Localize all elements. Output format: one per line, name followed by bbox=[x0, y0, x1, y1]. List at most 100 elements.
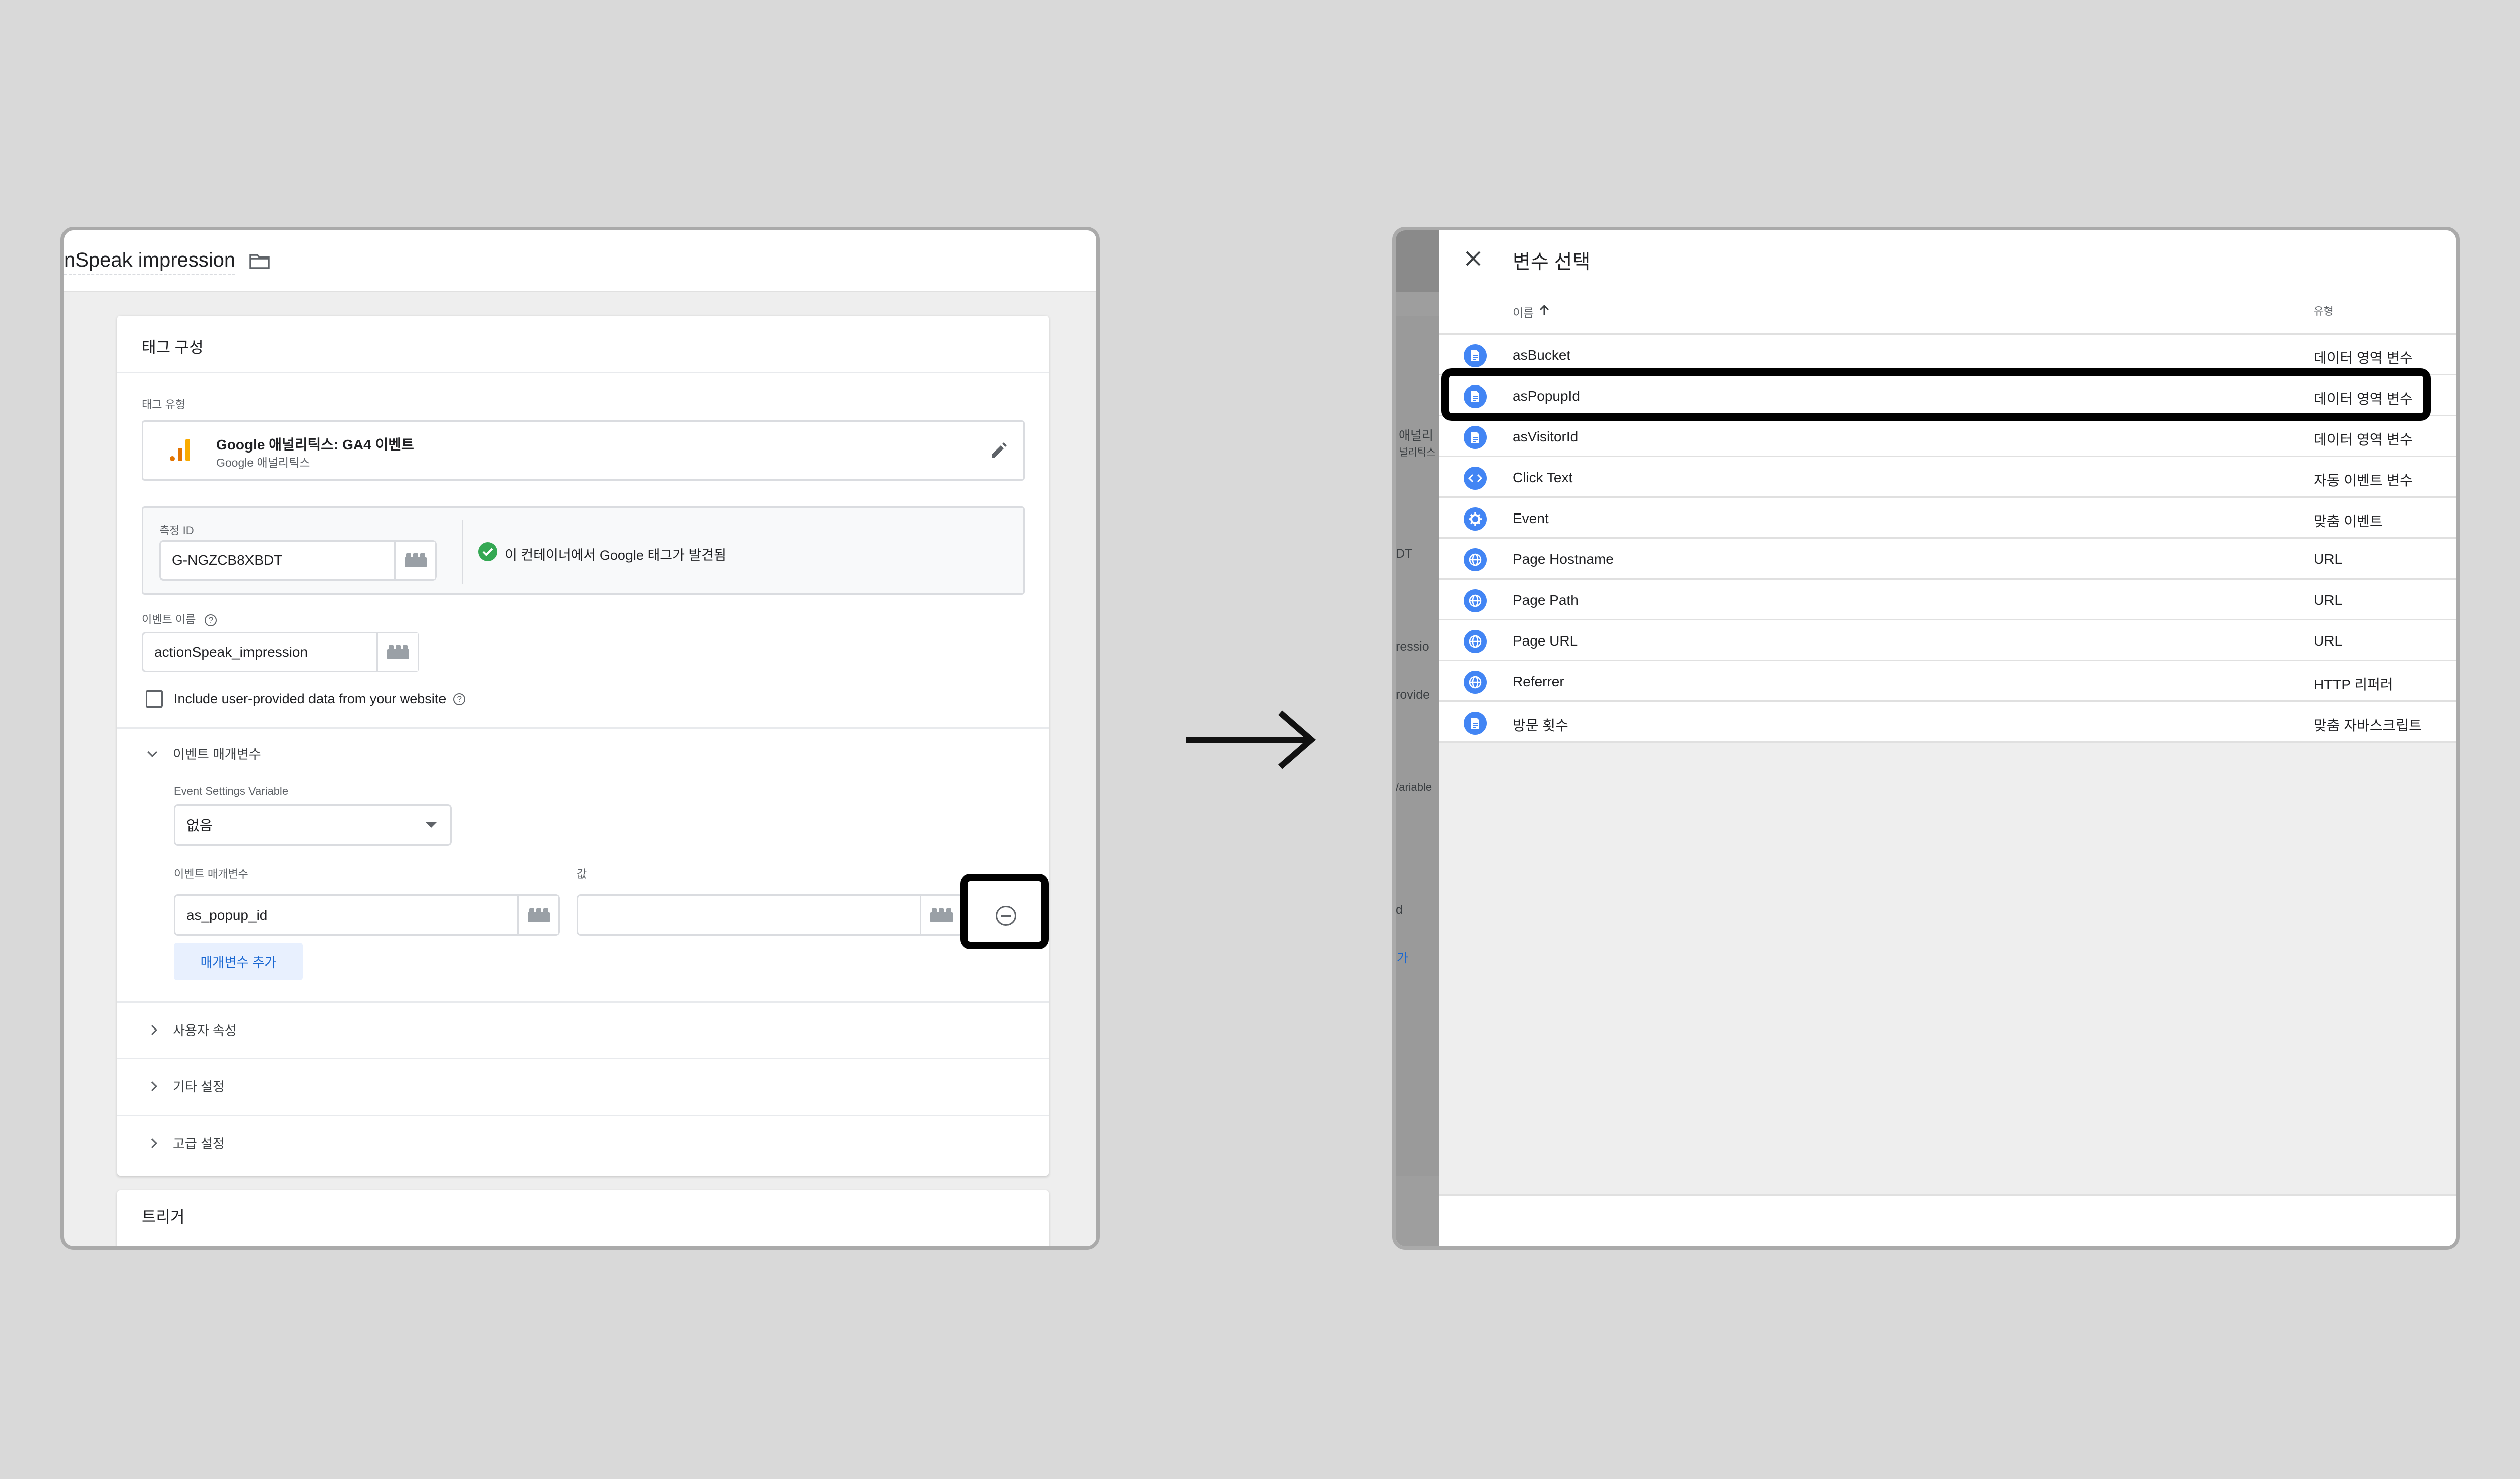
brick-icon bbox=[404, 553, 427, 567]
peek-text: /ariable bbox=[1396, 781, 1432, 793]
arrow-right-icon bbox=[1182, 704, 1318, 775]
check-circle-icon bbox=[478, 542, 498, 562]
edit-pencil-icon[interactable] bbox=[989, 440, 1009, 461]
help-icon[interactable]: ? bbox=[205, 614, 217, 627]
event-param-name-input[interactable]: as_popup_id bbox=[174, 894, 560, 936]
variable-name: Page Hostname bbox=[1513, 551, 1614, 567]
include-user-data-row: Include user-provided data from your web… bbox=[174, 691, 466, 707]
underlying-editor-peek: 애널리 널리틱스 DT ressio rovide /ariable d 가 bbox=[1396, 230, 1439, 1246]
chevron-down-icon bbox=[147, 747, 157, 757]
document-icon bbox=[1464, 712, 1487, 735]
user-props-section-title: 사용자 속성 bbox=[173, 1023, 237, 1038]
variable-row[interactable]: asVisitorId 데이터 영역 변수 bbox=[1439, 416, 2456, 457]
analytics-icon bbox=[167, 437, 193, 463]
dialog-header: 변수 선택 이름 유형 bbox=[1439, 230, 2456, 333]
event-params-section-toggle[interactable]: 이벤트 매개변수 bbox=[147, 744, 261, 763]
variable-picker-button[interactable] bbox=[394, 542, 435, 579]
tag-title[interactable]: nSpeak impression bbox=[64, 249, 236, 275]
section-divider bbox=[117, 1001, 1049, 1003]
include-user-data-label: Include user-provided data from your web… bbox=[174, 691, 447, 706]
variable-type: 자동 이벤트 변수 bbox=[2314, 473, 2413, 488]
measurement-id-value: G-NGZCB8XBDT bbox=[172, 552, 283, 568]
variable-name: Page Path bbox=[1513, 592, 1579, 608]
tag-type-label: 태그 유형 bbox=[142, 398, 186, 411]
measurement-id-block: 측정 ID G-NGZCB8XBDT 이 컨테이너에서 Google 태그가 발… bbox=[142, 506, 1025, 595]
tag-type-name: Google 애널리틱스: GA4 이벤트 bbox=[216, 437, 414, 453]
dialog-footer bbox=[1439, 1194, 2456, 1246]
event-param-name-value: as_popup_id bbox=[186, 907, 268, 923]
variable-name: Page URL bbox=[1513, 633, 1578, 649]
variable-row[interactable]: Page URL URL bbox=[1439, 620, 2456, 661]
chevron-right-icon bbox=[147, 1138, 157, 1148]
column-header-name[interactable]: 이름 bbox=[1513, 303, 1550, 320]
peek-text: DT bbox=[1396, 547, 1413, 561]
include-user-data-checkbox[interactable] bbox=[146, 690, 163, 708]
google-tag-found-text: 이 컨테이너에서 Google 태그가 발견됨 bbox=[505, 548, 726, 563]
variable-name: Referrer bbox=[1513, 674, 1564, 689]
card-title-divider bbox=[117, 372, 1049, 373]
variable-row[interactable]: 방문 횟수 맞춤 자바스크립트 bbox=[1439, 702, 2456, 743]
other-settings-section-toggle[interactable]: 기타 설정 bbox=[147, 1077, 225, 1096]
tag-type-sub: Google 애널리틱스 bbox=[216, 456, 310, 469]
globe-icon bbox=[1464, 630, 1487, 653]
advanced-settings-section-toggle[interactable]: 고급 설정 bbox=[147, 1134, 225, 1152]
globe-icon bbox=[1464, 548, 1487, 571]
event-name-input[interactable]: actionSpeak_impression bbox=[142, 632, 419, 672]
tag-type-selector[interactable]: Google 애널리틱스: GA4 이벤트 Google 애널리틱스 bbox=[142, 420, 1025, 481]
variable-picker-button[interactable] bbox=[376, 633, 418, 671]
document-icon bbox=[1464, 344, 1487, 367]
event-name-label-text: 이벤트 이름 bbox=[142, 613, 196, 626]
add-param-button[interactable]: 매개변수 추가 bbox=[174, 943, 303, 980]
other-settings-section-title: 기타 설정 bbox=[173, 1079, 225, 1095]
chevron-right-icon bbox=[147, 1024, 157, 1035]
column-header-name-text: 이름 bbox=[1513, 306, 1534, 319]
sort-arrow-up-icon bbox=[1539, 304, 1550, 319]
variable-picker-dialog: 변수 선택 이름 유형 asBucket 데이터 영역 변수 asPopupId… bbox=[1439, 230, 2456, 1246]
brick-icon bbox=[387, 645, 409, 659]
event-name-label: 이벤트 이름 ? bbox=[142, 611, 217, 627]
variable-name: Click Text bbox=[1513, 470, 1573, 485]
close-icon[interactable] bbox=[1464, 249, 1483, 268]
value-variable-picker-button[interactable] bbox=[920, 896, 961, 934]
measurement-id-input[interactable]: G-NGZCB8XBDT bbox=[159, 540, 437, 581]
tag-config-card: 태그 구성 태그 유형 Google 애널리틱스: GA4 이벤트 Google… bbox=[117, 316, 1049, 1176]
variable-name: asVisitorId bbox=[1513, 429, 1579, 444]
help-icon[interactable]: ? bbox=[453, 693, 466, 705]
variable-row[interactable]: Event 맞춤 이벤트 bbox=[1439, 498, 2456, 539]
highlight-box-aspopupid bbox=[1441, 368, 2431, 421]
section-divider bbox=[117, 727, 1049, 729]
column-header-type: 유형 bbox=[2314, 306, 2334, 317]
folder-icon[interactable] bbox=[249, 252, 270, 270]
event-settings-variable-value: 없음 bbox=[186, 818, 213, 833]
chevron-right-icon bbox=[147, 1081, 157, 1091]
variable-row[interactable]: Referrer HTTP 리퍼러 bbox=[1439, 661, 2456, 702]
tag-editor-window: nSpeak impression 태그 구성 태그 유형 Google 애널리… bbox=[60, 227, 1100, 1250]
peek-text: 애널리 bbox=[1399, 429, 1434, 443]
trigger-card: 트리거 bbox=[117, 1190, 1049, 1246]
variable-row[interactable]: Click Text 자동 이벤트 변수 bbox=[1439, 457, 2456, 498]
trigger-title: 트리거 bbox=[142, 1208, 185, 1226]
variable-type: URL bbox=[2314, 633, 2343, 649]
variable-row[interactable]: Page Path URL bbox=[1439, 580, 2456, 620]
brick-icon bbox=[527, 908, 550, 922]
peek-text: ressio bbox=[1396, 639, 1429, 654]
value-column-label: 값 bbox=[577, 868, 587, 880]
dropdown-arrow-icon bbox=[426, 822, 437, 828]
variable-type: 맞춤 이벤트 bbox=[2314, 513, 2383, 529]
globe-icon bbox=[1464, 671, 1487, 694]
remove-param-icon[interactable] bbox=[996, 906, 1016, 926]
event-param-column-label: 이벤트 매개변수 bbox=[174, 868, 248, 880]
variable-row[interactable]: Page Hostname URL bbox=[1439, 539, 2456, 580]
variable-picker-button[interactable] bbox=[517, 896, 558, 934]
gear-icon bbox=[1464, 507, 1487, 531]
user-props-section-toggle[interactable]: 사용자 속성 bbox=[147, 1020, 237, 1039]
card-title: 태그 구성 bbox=[142, 339, 204, 356]
event-param-value-input[interactable] bbox=[577, 894, 963, 936]
variable-type: 데이터 영역 변수 bbox=[2314, 350, 2413, 366]
peek-text: 널리틱스 bbox=[1399, 447, 1436, 458]
dialog-title: 변수 선택 bbox=[1513, 251, 1591, 273]
section-divider bbox=[117, 1115, 1049, 1116]
event-settings-variable-select[interactable]: 없음 bbox=[174, 804, 452, 846]
event-settings-variable-label: Event Settings Variable bbox=[174, 785, 289, 797]
tag-header-bar: nSpeak impression bbox=[64, 230, 1096, 292]
